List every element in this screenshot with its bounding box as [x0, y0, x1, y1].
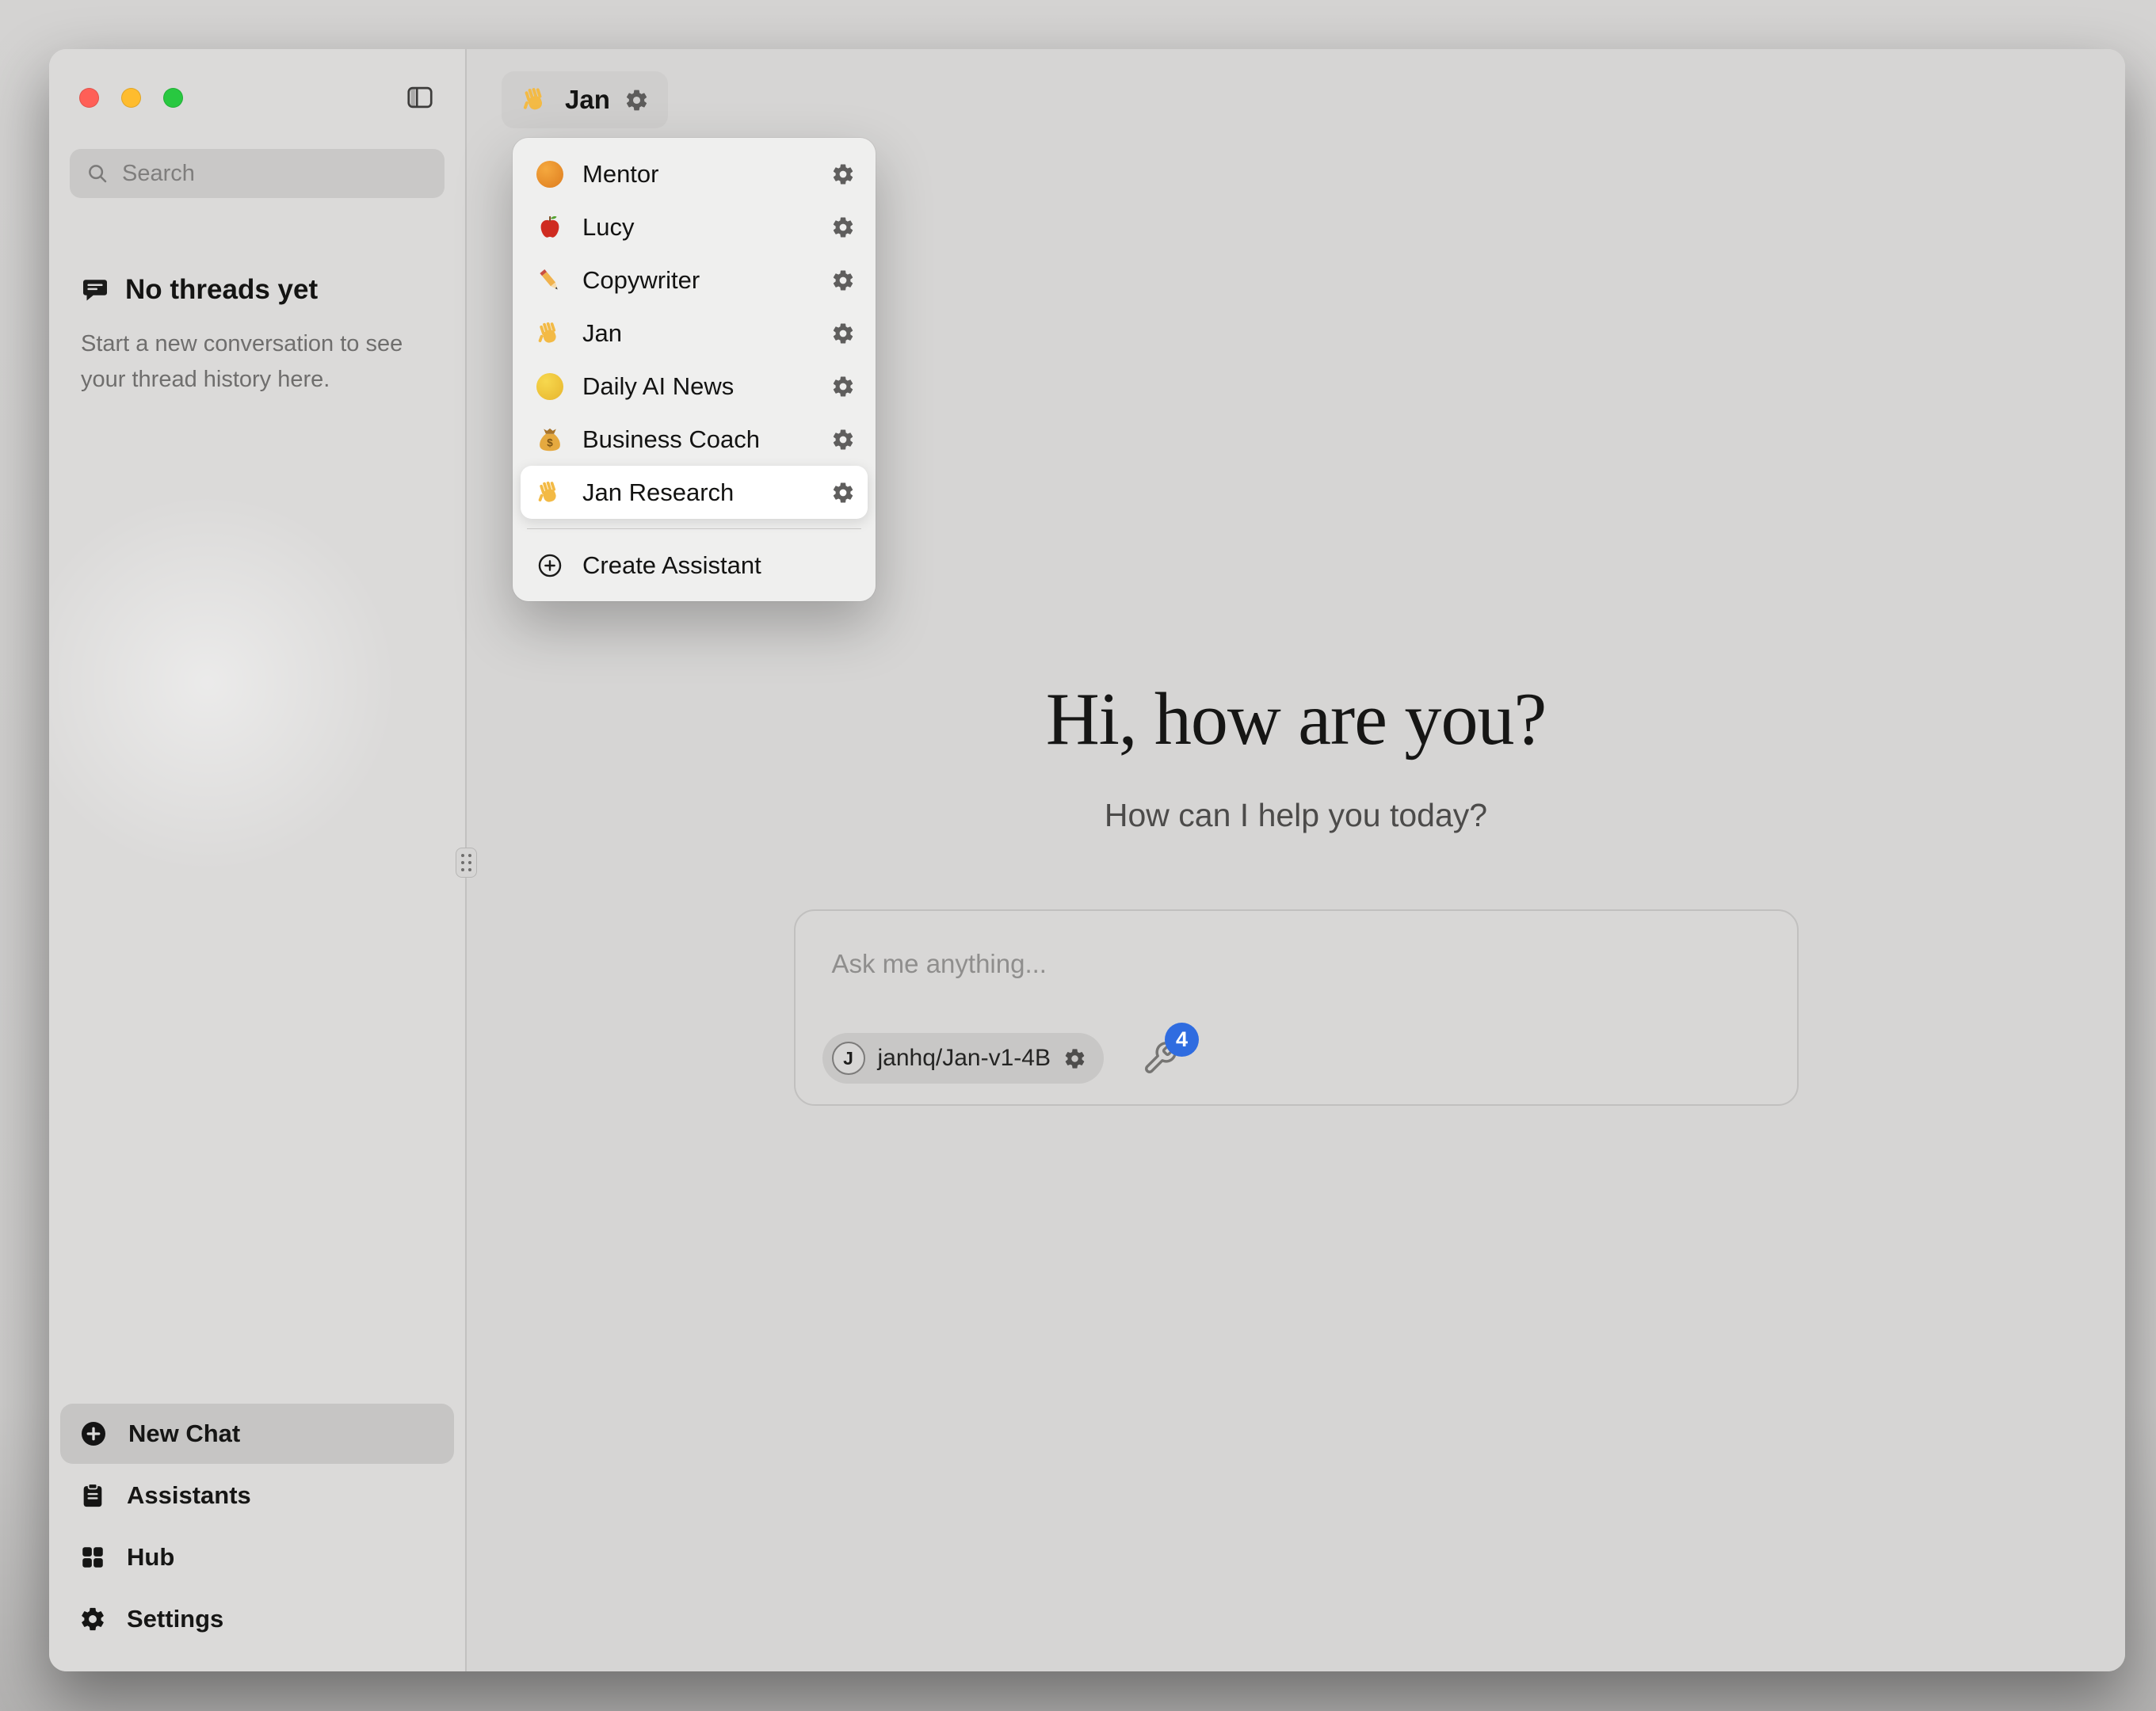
nav-label: New Chat — [128, 1419, 240, 1448]
waving-hand-icon — [521, 85, 551, 115]
assistant-menu-label: Copywriter — [582, 266, 700, 295]
model-avatar: J — [832, 1042, 865, 1075]
gear-icon[interactable] — [831, 162, 855, 186]
greeting-heading: Hi, how are you? — [467, 676, 2125, 762]
window-controls — [79, 88, 183, 108]
pencil-icon — [533, 266, 567, 295]
sidebar-item-settings[interactable]: Settings — [60, 1589, 454, 1649]
gear-icon — [79, 1606, 106, 1633]
assistant-switcher-button[interactable]: Jan — [502, 71, 668, 128]
gear-icon[interactable] — [1063, 1047, 1086, 1070]
gear-icon[interactable] — [831, 428, 855, 452]
sidebar-toggle-icon[interactable] — [405, 82, 435, 112]
grid-icon — [79, 1544, 106, 1571]
titlebar — [49, 49, 465, 146]
hero: Hi, how are you? How can I help you toda… — [467, 676, 2125, 834]
tools-button[interactable]: 4 — [1142, 1040, 1178, 1077]
decorative-blob — [49, 477, 414, 889]
gear-icon[interactable] — [624, 88, 649, 112]
nav-label: Assistants — [127, 1481, 251, 1510]
orange-circle-icon — [533, 161, 567, 188]
assistant-menu-label: Business Coach — [582, 425, 760, 454]
create-assistant-label: Create Assistant — [582, 551, 761, 580]
apple-icon — [533, 213, 567, 242]
assistant-menu-item-jan-research[interactable]: Jan Research — [521, 466, 868, 519]
greeting-subtitle: How can I help you today? — [467, 797, 2125, 834]
close-button[interactable] — [79, 88, 99, 108]
gear-icon[interactable] — [831, 215, 855, 239]
zoom-button[interactable] — [163, 88, 183, 108]
gear-icon[interactable] — [831, 322, 855, 345]
gear-icon[interactable] — [831, 269, 855, 292]
assistant-menu-label: Daily AI News — [582, 372, 734, 401]
empty-state-title: No threads yet — [125, 274, 318, 306]
yellow-circle-icon — [533, 373, 567, 400]
menu-divider — [527, 528, 861, 529]
assistant-menu-label: Jan — [582, 319, 622, 348]
chat-controls: J janhq/Jan-v1-4B 4 — [822, 1033, 1178, 1084]
plus-outline-icon — [533, 552, 567, 579]
clipboard-icon — [79, 1482, 106, 1509]
sidebar-item-assistants[interactable]: Assistants — [60, 1465, 454, 1526]
assistant-menu-item-mentor[interactable]: Mentor — [521, 147, 868, 200]
money-bag-icon — [533, 425, 567, 454]
assistant-menu-item-lucy[interactable]: Lucy — [521, 200, 868, 253]
app-window: No threads yet Start a new conversation … — [49, 49, 2125, 1671]
empty-state-description: Start a new conversation to see your thr… — [81, 326, 433, 398]
assistant-menu-label: Lucy — [582, 213, 634, 242]
sidebar-item-hub[interactable]: Hub — [60, 1527, 454, 1587]
search-icon — [86, 162, 109, 185]
thread-bubble-icon — [81, 276, 109, 304]
model-selector[interactable]: J janhq/Jan-v1-4B — [822, 1033, 1104, 1084]
waving-hand-icon — [533, 478, 567, 507]
create-assistant-button[interactable]: Create Assistant — [521, 539, 868, 592]
assistant-menu-item-copywriter[interactable]: Copywriter — [521, 253, 868, 307]
empty-state: No threads yet Start a new conversation … — [81, 274, 433, 398]
nav-label: Hub — [127, 1543, 174, 1572]
waving-hand-icon — [533, 319, 567, 348]
assistant-menu-label: Mentor — [582, 160, 658, 189]
plus-circle-icon — [79, 1419, 108, 1448]
search-input[interactable] — [122, 161, 429, 187]
sidebar: No threads yet Start a new conversation … — [49, 49, 467, 1671]
main-area: Jan Mentor Lucy Copywriter — [467, 49, 2125, 1671]
gear-icon[interactable] — [831, 375, 855, 398]
tools-count-badge: 4 — [1165, 1023, 1199, 1057]
gear-icon[interactable] — [831, 481, 855, 505]
assistant-menu-item-daily-ai-news[interactable]: Daily AI News — [521, 360, 868, 413]
minimize-button[interactable] — [121, 88, 141, 108]
assistant-menu-item-business-coach[interactable]: Business Coach — [521, 413, 868, 466]
assistant-menu-label: Jan Research — [582, 478, 734, 507]
chat-input-placeholder: Ask me anything... — [832, 949, 1047, 979]
model-name: janhq/Jan-v1-4B — [878, 1045, 1051, 1072]
nav-label: Settings — [127, 1605, 223, 1633]
sidebar-nav: New Chat Assistants Hub — [49, 1404, 465, 1671]
sidebar-resize-handle[interactable] — [456, 848, 477, 878]
assistant-menu-item-jan[interactable]: Jan — [521, 307, 868, 360]
sidebar-item-new-chat[interactable]: New Chat — [60, 1404, 454, 1464]
chat-input[interactable]: Ask me anything... J janhq/Jan-v1-4B 4 — [794, 909, 1799, 1106]
search-box[interactable] — [70, 149, 445, 198]
assistant-name: Jan — [565, 85, 610, 115]
assistant-menu: Mentor Lucy Copywriter Jan — [513, 138, 876, 601]
